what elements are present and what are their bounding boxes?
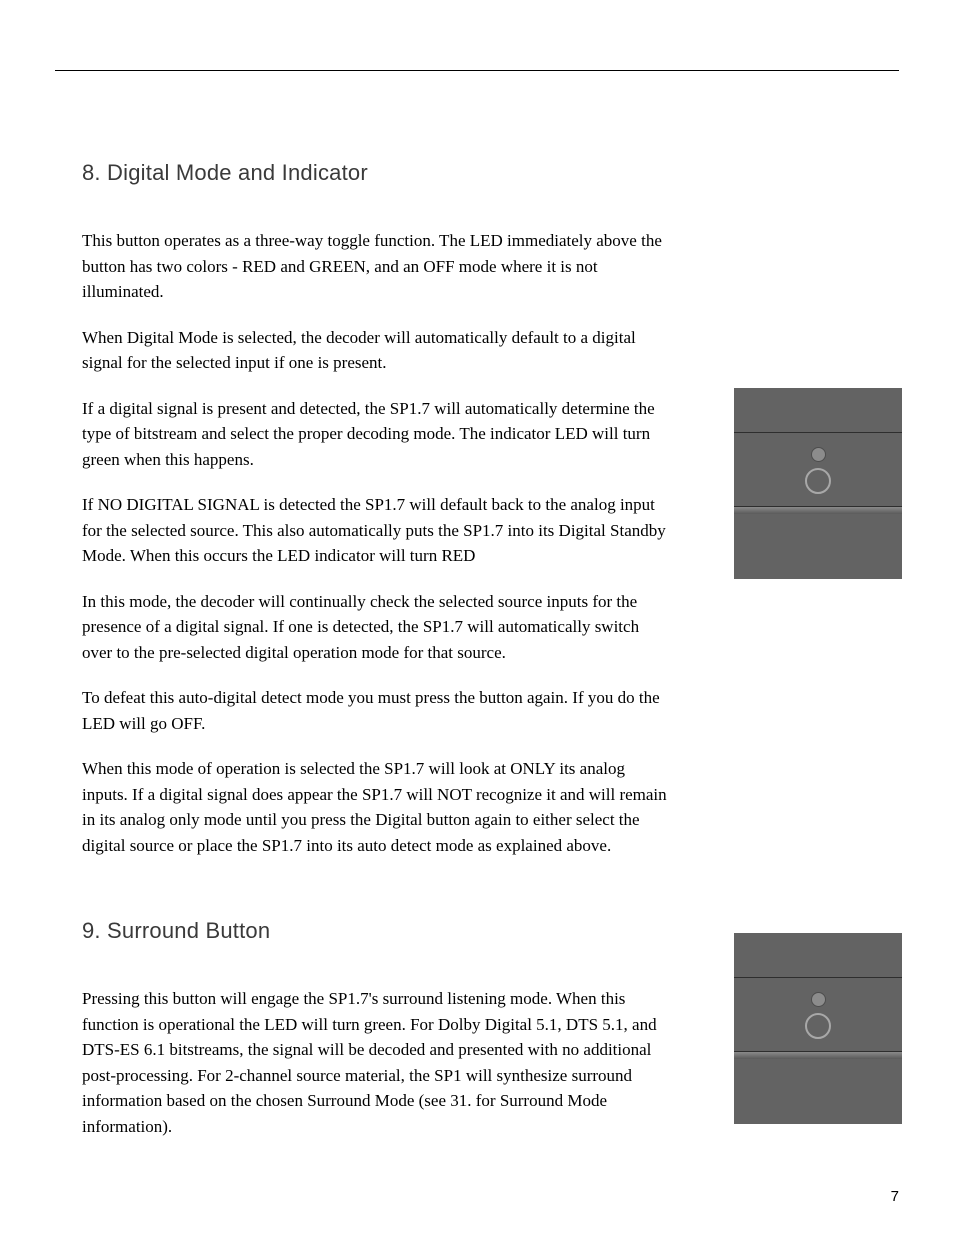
paragraph: This button operates as a three-way togg…	[82, 228, 672, 305]
body-text-digital-mode: This button operates as a three-way togg…	[82, 228, 672, 858]
panel-divider	[734, 1052, 902, 1059]
led-indicator-icon	[811, 992, 826, 1007]
panel-button-icon	[805, 1013, 831, 1039]
panel-bottom-section	[734, 514, 902, 579]
paragraph: In this mode, the decoder will continual…	[82, 589, 672, 666]
led-indicator-icon	[811, 447, 826, 462]
body-text-surround-button: Pressing this button will engage the SP1…	[82, 986, 672, 1139]
paragraph: When this mode of operation is selected …	[82, 756, 672, 858]
panel-mid-section	[734, 977, 902, 1052]
top-divider	[55, 70, 899, 71]
paragraph: Pressing this button will engage the SP1…	[82, 986, 672, 1139]
page-content: 8. Digital Mode and Indicator This butto…	[82, 160, 872, 1199]
paragraph: When Digital Mode is selected, the decod…	[82, 325, 672, 376]
paragraph: To defeat this auto-digital detect mode …	[82, 685, 672, 736]
panel-button-icon	[805, 468, 831, 494]
panel-top-section	[734, 933, 902, 977]
panel-divider	[734, 507, 902, 514]
paragraph: If NO DIGITAL SIGNAL is detected the SP1…	[82, 492, 672, 569]
page-number: 7	[891, 1188, 899, 1205]
panel-bottom-section	[734, 1059, 902, 1124]
device-panel-digital	[734, 388, 902, 579]
paragraph: If a digital signal is present and detec…	[82, 396, 672, 473]
heading-digital-mode: 8. Digital Mode and Indicator	[82, 160, 872, 186]
device-panel-surround	[734, 933, 902, 1124]
panel-top-section	[734, 388, 902, 432]
panel-mid-section	[734, 432, 902, 507]
